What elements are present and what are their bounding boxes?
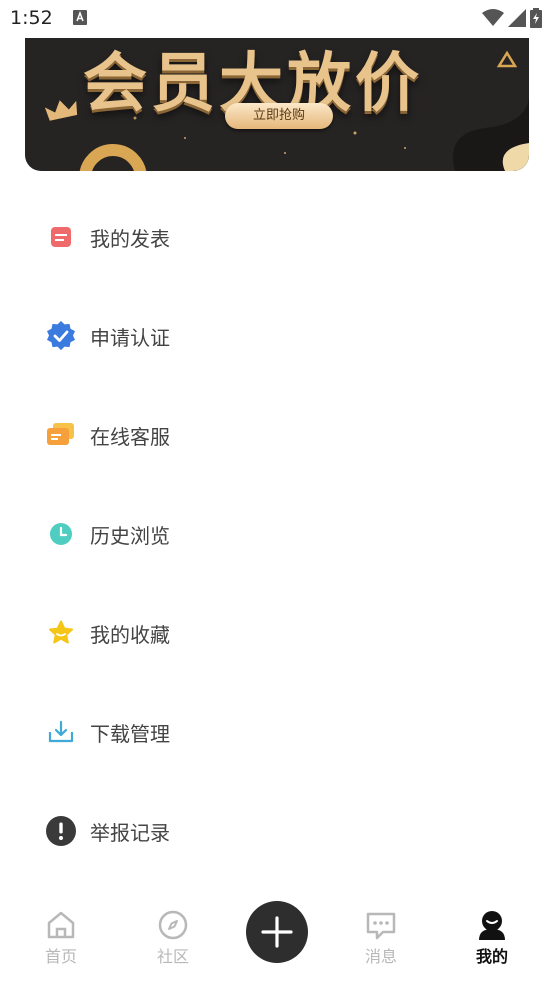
wifi-icon: [482, 9, 504, 26]
menu-item-downloads[interactable]: 下载管理: [0, 702, 554, 762]
post-icon: [46, 222, 76, 252]
status-time: 1:52: [10, 7, 53, 29]
signal-icon: [508, 9, 526, 27]
tab-label: 社区: [156, 947, 189, 966]
menu-item-online-service[interactable]: 在线客服: [0, 405, 554, 465]
status-indicators: [482, 8, 542, 28]
buy-now-button[interactable]: 立即抢购: [225, 103, 333, 129]
menu-item-label: 在线客服: [90, 424, 170, 449]
profile-icon: [479, 911, 505, 940]
tab-home[interactable]: 首页: [26, 909, 96, 969]
menu-item-label: 我的发表: [90, 226, 170, 251]
status-bar: 1:52: [0, 0, 554, 38]
plus-icon: [261, 916, 293, 948]
message-icon: [366, 912, 396, 940]
menu-item-report-records[interactable]: 举报记录: [0, 801, 554, 861]
promo-banner[interactable]: 会员大放价 立即抢购: [25, 38, 529, 171]
crown-icon: [45, 100, 78, 121]
clock-icon: [46, 519, 76, 549]
menu-item-history[interactable]: 历史浏览: [0, 504, 554, 564]
battery-icon: [530, 8, 542, 28]
menu-item-label: 下载管理: [90, 721, 170, 746]
menu-item-favorites[interactable]: 我的收藏: [0, 603, 554, 663]
menu-item-label: 申请认证: [90, 325, 170, 350]
bottom-tab-bar: 首页 社区 消息 我的: [0, 895, 554, 984]
menu-item-label: 举报记录: [90, 820, 170, 845]
menu-item-label: 历史浏览: [90, 523, 170, 548]
verified-badge-icon: [46, 321, 76, 351]
compass-icon: [158, 910, 188, 940]
download-icon: [46, 717, 76, 747]
tab-label: 首页: [44, 947, 77, 966]
menu-item-my-posts[interactable]: 我的发表: [0, 207, 554, 267]
triangle-decoration-icon: [496, 50, 518, 68]
tab-community[interactable]: 社区: [138, 909, 208, 969]
chat-cards-icon: [46, 420, 76, 450]
alert-icon: [46, 816, 76, 846]
notification-icon: [73, 10, 87, 25]
menu-item-apply-verification[interactable]: 申请认证: [0, 306, 554, 366]
home-icon: [47, 911, 75, 939]
tab-profile[interactable]: 我的: [457, 909, 527, 969]
tab-label: 我的: [475, 947, 508, 966]
tab-messages[interactable]: 消息: [346, 909, 416, 969]
tab-label: 消息: [364, 947, 397, 966]
menu-item-label: 我的收藏: [90, 622, 170, 647]
create-post-button[interactable]: [246, 901, 308, 963]
star-icon: [46, 618, 76, 648]
